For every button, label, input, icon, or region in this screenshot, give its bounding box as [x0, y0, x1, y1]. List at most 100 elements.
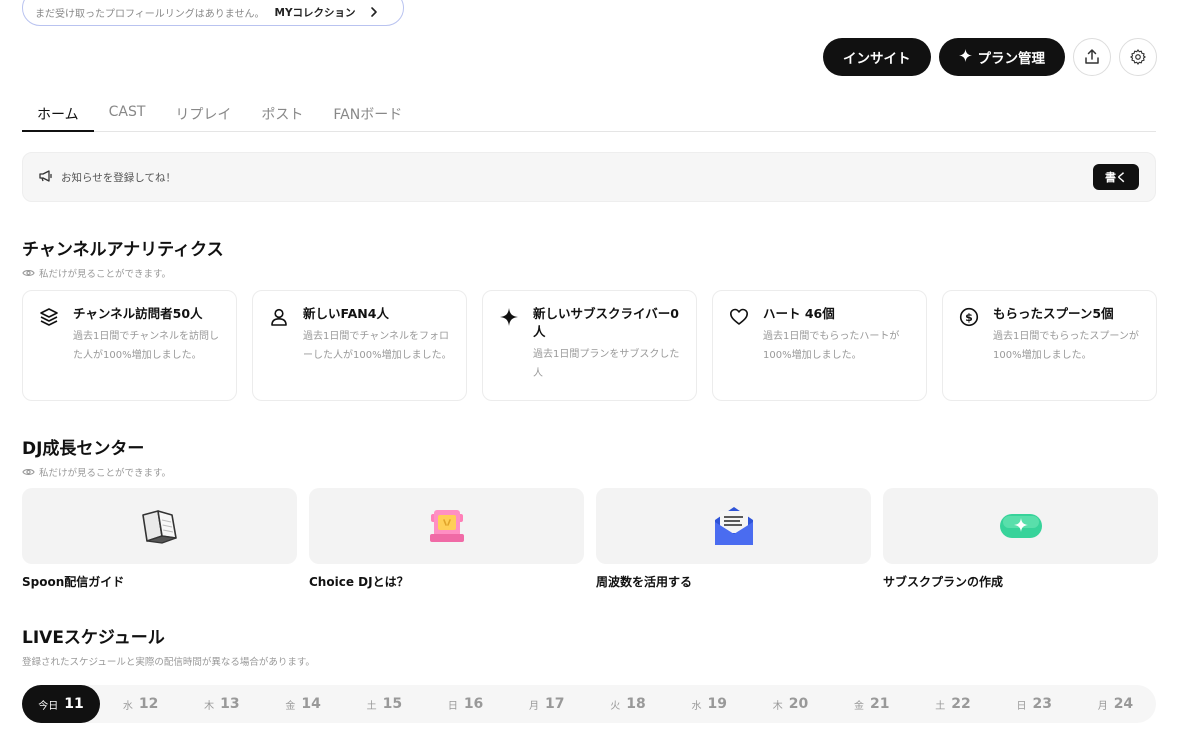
megaphone-icon	[39, 169, 53, 185]
announcement-bar: お知らせを登録してね！ 書く	[22, 152, 1156, 202]
stat-title: ハート 46個	[763, 306, 835, 321]
day-weekday: 木	[772, 700, 783, 712]
growth-guides: Spoon配信ガイド Choice DJとは？ 周波数を活用する サブスクプラン…	[22, 488, 1158, 590]
settings-button[interactable]	[1119, 38, 1157, 76]
day-weekday: 日	[1016, 700, 1027, 712]
heart-icon	[729, 305, 751, 400]
tab-home[interactable]: ホーム	[22, 96, 94, 132]
stat-card-new-fans[interactable]: 新しいFAN4人 過去1日間でチャンネルをフォローした人が100%増加しました。	[252, 290, 467, 401]
profile-ring-notice-text: まだ受け取ったプロフィールリングはありません。	[35, 8, 265, 20]
tab-post[interactable]: ポスト	[246, 96, 318, 132]
tab-replay[interactable]: リプレイ	[160, 96, 246, 132]
day-number: 24	[1113, 696, 1134, 712]
day-15[interactable]: 土 15	[344, 685, 425, 723]
day-number: 17	[545, 696, 565, 712]
day-18[interactable]: 火 18	[587, 685, 668, 723]
gift-box-icon	[429, 510, 464, 542]
sparkle-icon	[499, 305, 521, 400]
guide-frequency[interactable]: 周波数を活用する	[596, 488, 871, 590]
schedule-day-selector: 今日 11 水 12 木 13 金 14 土 15 日 16 月 17 火 18 水 19 木 20…	[22, 685, 1156, 723]
day-19[interactable]: 水 19	[669, 685, 750, 723]
sparkle-pill-icon	[999, 514, 1042, 538]
day-16[interactable]: 日 16	[425, 685, 506, 723]
book-icon	[141, 510, 177, 544]
tab-fan-board[interactable]: FANボード	[318, 96, 417, 132]
stat-card-subscribers[interactable]: 新しいサブスクライバー0人 過去1日間プランをサブスクした人	[482, 290, 697, 401]
person-icon	[269, 305, 291, 400]
day-21[interactable]: 金 21	[831, 685, 912, 723]
plan-manage-button-label: プラン管理	[977, 51, 1046, 67]
share-icon	[1085, 49, 1099, 64]
day-weekday: 月	[1097, 700, 1108, 712]
day-24[interactable]: 月 24	[1075, 685, 1156, 723]
day-number: 19	[707, 696, 727, 712]
day-23[interactable]: 日 23	[994, 685, 1075, 723]
day-number: 22	[951, 696, 971, 712]
analytics-cards: チャンネル訪問者50人 過去1日間でチャンネルを訪問した人が100%増加しました…	[22, 290, 1157, 401]
stat-title: チャンネル訪問者50人	[73, 306, 203, 321]
day-number: 11	[64, 696, 84, 712]
svg-text:$: $	[965, 311, 973, 324]
eye-icon	[22, 270, 35, 276]
day-number: 21	[869, 696, 890, 712]
growth-center-title: DJ成長センター	[22, 439, 145, 459]
guide-thumbnail	[22, 488, 297, 564]
growth-privacy-note: 私だけが見ることができます。	[22, 465, 171, 479]
day-weekday: 木	[204, 700, 215, 712]
day-weekday: 日	[447, 700, 458, 712]
layers-icon	[39, 305, 61, 400]
live-schedule-title: LIVEスケジュール	[22, 628, 165, 648]
stat-desc: 過去1日間でチャンネルをフォローした人が100%増加しました。	[303, 331, 452, 361]
guide-choice-dj[interactable]: Choice DJとは？	[309, 488, 584, 590]
coin-icon: $	[959, 305, 981, 400]
stat-card-hearts[interactable]: ハート 46個 過去1日間でもらったハートが100%増加しました。	[712, 290, 927, 401]
envelope-icon	[714, 507, 753, 545]
guide-thumbnail	[596, 488, 871, 564]
channel-actions: インサイト プラン管理	[823, 38, 1157, 76]
day-number: 12	[138, 696, 159, 712]
day-14[interactable]: 金 14	[262, 685, 343, 723]
day-weekday: 土	[935, 700, 946, 712]
analytics-title: チャンネルアナリティクス	[22, 240, 224, 260]
live-schedule-note: 登録されたスケジュールと実際の配信時間が異なる場合があります。	[22, 657, 315, 668]
stat-card-visitors[interactable]: チャンネル訪問者50人 過去1日間でチャンネルを訪問した人が100%増加しました…	[22, 290, 237, 401]
day-22[interactable]: 土 22	[912, 685, 993, 723]
my-collection-link[interactable]: MYコレクション	[275, 5, 356, 20]
guide-thumbnail	[309, 488, 584, 564]
guide-spoon-streaming[interactable]: Spoon配信ガイド	[22, 488, 297, 590]
stat-title: 新しいFAN4人	[303, 306, 389, 321]
day-number: 20	[788, 696, 809, 712]
day-weekday: 月	[529, 700, 540, 712]
announcement-text: お知らせを登録してね！	[61, 171, 176, 184]
analytics-privacy-note: 私だけが見ることができます。	[22, 266, 171, 280]
stat-desc: 過去1日間でチャンネルを訪問した人が100%増加しました。	[73, 331, 220, 361]
plan-manage-button[interactable]: プラン管理	[938, 38, 1065, 76]
day-weekday: 火	[610, 700, 621, 712]
chevron-right-icon	[368, 6, 380, 18]
day-13[interactable]: 木 13	[181, 685, 262, 723]
guide-thumbnail	[883, 488, 1158, 564]
insight-button-label: インサイト	[843, 51, 911, 67]
day-today[interactable]: 今日 11	[22, 685, 100, 723]
stat-card-spoons[interactable]: $ もらったスプーン5個 過去1日間でもらったスプーンが100%増加しました。	[942, 290, 1157, 401]
guide-label: Choice DJとは？	[309, 575, 409, 589]
day-weekday: 金	[285, 700, 296, 712]
stat-title: 新しいサブスクライバー0人	[533, 306, 679, 339]
tab-cast[interactable]: CAST	[94, 96, 161, 132]
analytics-privacy-text: 私だけが見ることができます。	[39, 269, 172, 280]
gear-icon	[1130, 49, 1146, 65]
profile-ring-notice[interactable]: まだ受け取ったプロフィールリングはありません。 MYコレクション	[22, 0, 404, 26]
day-12[interactable]: 水 12	[100, 685, 181, 723]
eye-icon	[22, 469, 35, 475]
day-weekday: 今日	[38, 700, 59, 712]
guide-label: サブスクプランの作成	[883, 575, 1004, 589]
guide-subscription-plan[interactable]: サブスクプランの作成	[883, 488, 1158, 590]
insight-button[interactable]: インサイト	[823, 38, 931, 76]
write-announcement-button[interactable]: 書く	[1093, 164, 1139, 190]
day-weekday: 土	[366, 700, 377, 712]
guide-label: Spoon配信ガイド	[22, 575, 125, 589]
day-number: 14	[301, 696, 321, 712]
share-button[interactable]	[1073, 38, 1111, 76]
day-17[interactable]: 月 17	[506, 685, 587, 723]
day-20[interactable]: 木 20	[750, 685, 831, 723]
